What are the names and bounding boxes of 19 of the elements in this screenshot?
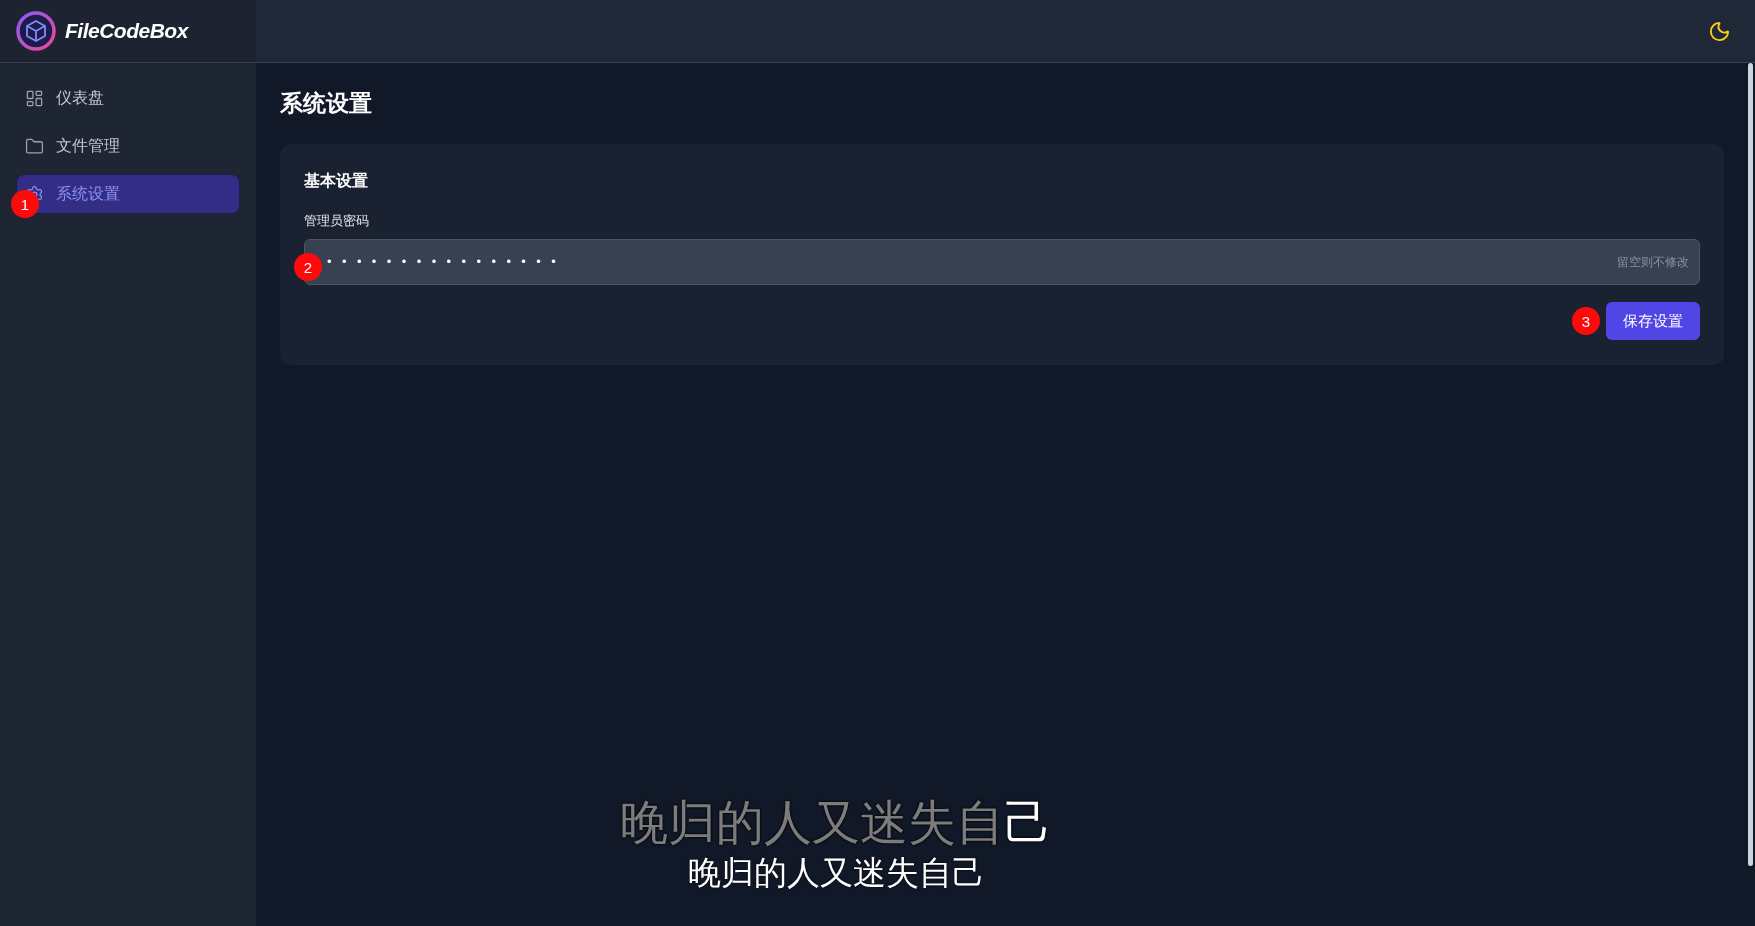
step-number-badge: 3: [1572, 307, 1600, 335]
step-number-badge: 1: [11, 190, 39, 218]
page-title: 系统设置: [280, 89, 372, 118]
save-settings-button[interactable]: 保存设置: [1606, 302, 1700, 340]
folder-icon: [25, 136, 44, 156]
sidebar-item[interactable]: 文件管理: [16, 126, 240, 166]
password-value: ••••••••••••••••: [327, 253, 567, 272]
field-label: 管理员密码: [304, 212, 369, 230]
theme-toggle-moon-icon[interactable]: [1707, 19, 1731, 43]
cube-logo-icon: [16, 11, 56, 51]
field-hint: 留空则不修改: [1617, 254, 1689, 271]
scrollbar-thumb[interactable]: [1748, 63, 1753, 866]
karaoke-subtitle: 晚归的人又迷失自 己: [620, 795, 1052, 851]
step-number-badge: 2: [294, 253, 322, 281]
card-title: 基本设置: [304, 171, 368, 191]
subtitle-line: 晚归的人又迷失自己: [687, 853, 985, 893]
dashboard-grid-icon: [25, 88, 44, 108]
brand-name: FileCodeBox: [65, 18, 188, 45]
sidebar-item[interactable]: 仪表盘: [16, 78, 240, 118]
